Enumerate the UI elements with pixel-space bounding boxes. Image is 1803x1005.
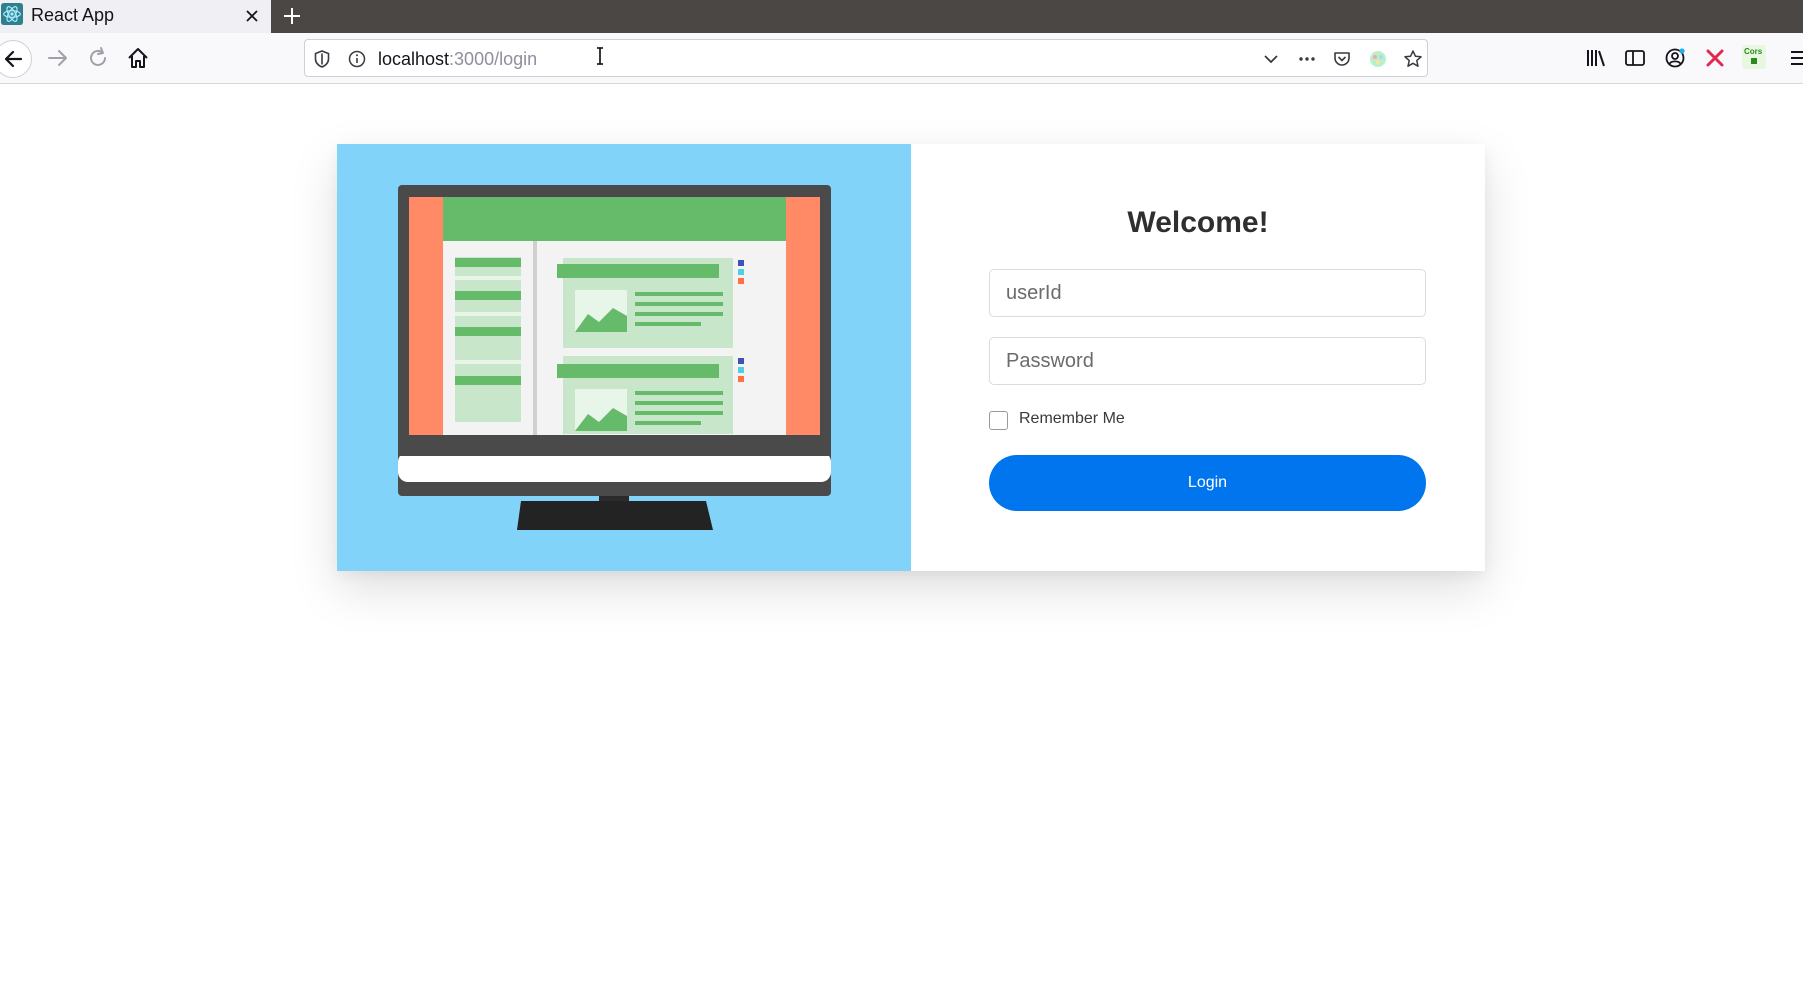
new-tab-icon[interactable]	[280, 4, 304, 28]
login-card: Welcome! Remember Me Login	[337, 144, 1485, 571]
home-icon[interactable]	[124, 44, 152, 72]
login-button[interactable]: Login	[989, 455, 1426, 511]
forward-arrow-icon[interactable]	[44, 44, 72, 72]
monitor-image	[398, 185, 831, 530]
tab-strip: React App	[0, 0, 1803, 33]
cors-badge-label: Cors	[1744, 47, 1763, 56]
cors-extension-icon[interactable]: Cors	[1742, 45, 1766, 69]
bookmark-star-icon[interactable]	[1403, 49, 1423, 69]
sidebar-icon[interactable]	[1622, 45, 1648, 71]
text-cursor-icon	[597, 47, 603, 65]
tab-react-app[interactable]: React App	[0, 0, 271, 33]
remember-me-checkbox[interactable]	[989, 411, 1008, 430]
account-icon[interactable]	[1662, 45, 1688, 71]
welcome-heading: Welcome!	[1127, 206, 1269, 239]
monitor-illustration	[337, 144, 911, 571]
back-arrow-icon	[4, 50, 23, 68]
url-host: localhost	[378, 49, 450, 69]
url-text[interactable]: localhost:3000/login	[378, 49, 537, 70]
reload-icon[interactable]	[84, 44, 112, 72]
library-icon[interactable]	[1583, 45, 1609, 71]
address-bar[interactable]: localhost:3000/login	[304, 39, 1428, 77]
nav-toolbar: localhost:3000/login Cors	[0, 33, 1803, 84]
color-extension-icon[interactable]	[1368, 49, 1388, 69]
menu-icon[interactable]	[1788, 45, 1803, 71]
more-icon[interactable]	[1297, 49, 1317, 69]
info-icon[interactable]	[347, 49, 367, 69]
react-icon	[1, 3, 23, 25]
red-x-extension-icon[interactable]	[1702, 45, 1728, 71]
pocket-icon[interactable]	[1332, 49, 1352, 69]
password-input[interactable]	[989, 337, 1426, 385]
url-path: :3000/login	[449, 49, 538, 69]
tab-title: React App	[31, 5, 115, 25]
chevron-down-icon[interactable]	[1261, 49, 1281, 69]
remember-me-label[interactable]: Remember Me	[1019, 410, 1125, 428]
close-icon[interactable]	[242, 6, 262, 26]
cors-badge-dot	[1751, 58, 1757, 64]
userid-input[interactable]	[989, 269, 1426, 317]
back-button[interactable]	[0, 40, 32, 78]
shield-icon[interactable]	[312, 49, 332, 69]
